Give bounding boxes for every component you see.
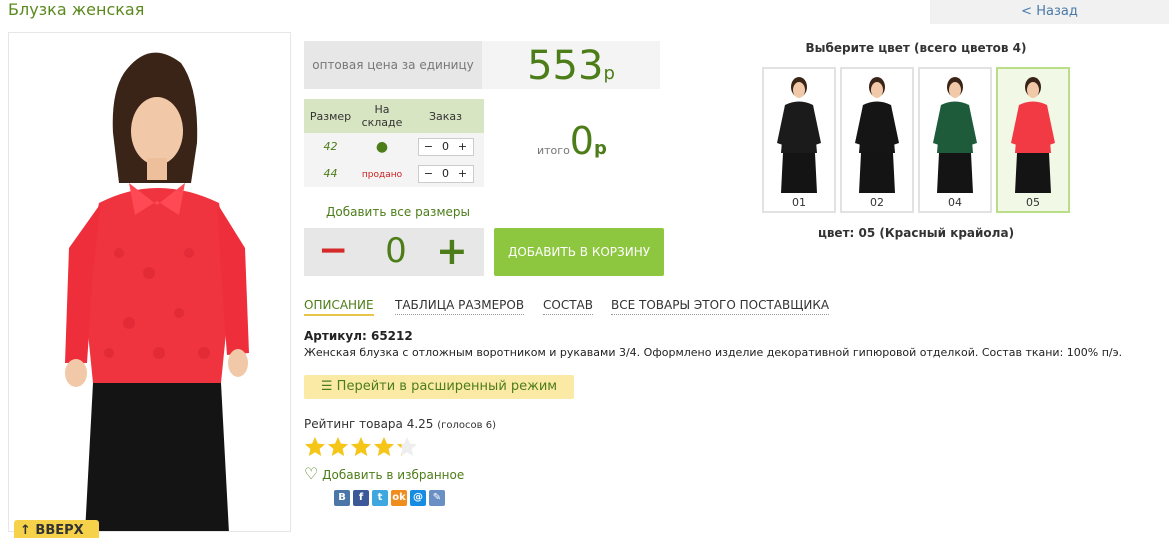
tab-composition[interactable]: СОСТАВ bbox=[543, 298, 593, 315]
facebook-icon[interactable]: f bbox=[353, 490, 369, 506]
table-row: 44 продано −0 + bbox=[304, 160, 484, 187]
scroll-up-button[interactable]: ↑ ВВЕРХ bbox=[14, 520, 99, 538]
quantity-value[interactable]: 0 bbox=[374, 228, 418, 274]
add-to-favorites-link[interactable]: ♡ Добавить в избранное bbox=[304, 464, 464, 483]
increment-button[interactable]: + bbox=[454, 139, 471, 155]
price-value: 553 bbox=[527, 43, 604, 89]
twitter-icon[interactable]: t bbox=[372, 490, 388, 506]
quantity-value[interactable]: 0 bbox=[437, 139, 454, 155]
color-swatch[interactable]: 04 bbox=[918, 67, 992, 213]
tab-size-table[interactable]: ТАБЛИЦА РАЗМЕРОВ bbox=[395, 298, 525, 315]
swatch-label: 01 bbox=[792, 196, 806, 209]
sizes-table: Размер На складе Заказ 42 ● −0 + 44 прода… bbox=[304, 99, 484, 187]
col-header-order: Заказ bbox=[407, 99, 484, 133]
total-label: итого bbox=[537, 144, 570, 157]
swatch-label: 04 bbox=[948, 196, 962, 209]
rating-star[interactable] bbox=[305, 437, 325, 456]
social-share-bar: Вf t ok @ ✎ bbox=[334, 489, 448, 506]
heart-icon: ♡ bbox=[304, 464, 319, 483]
add-to-cart-button[interactable]: ДОБАВИТЬ В КОРЗИНУ bbox=[494, 228, 664, 276]
order-total: итого0р bbox=[537, 119, 607, 163]
tab-description[interactable]: ОПИСАНИЕ bbox=[304, 298, 374, 316]
swatch-blouse bbox=[859, 101, 895, 153]
list-icon: ☰ bbox=[320, 379, 337, 394]
decrement-button[interactable]: − bbox=[420, 166, 437, 182]
favorite-label: Добавить в избранное bbox=[322, 468, 465, 482]
total-value: 0 bbox=[569, 119, 594, 163]
advanced-mode-label: Перейти в расширенный режим bbox=[336, 379, 558, 394]
price-label: оптовая цена за единицу bbox=[304, 41, 482, 89]
price-box: 553р bbox=[482, 41, 660, 89]
rating-star[interactable] bbox=[397, 437, 417, 456]
in-stock-indicator: ● bbox=[375, 138, 389, 155]
swatch-thumbnail bbox=[777, 77, 821, 193]
product-photo[interactable] bbox=[8, 32, 291, 532]
article-number: Артикул: 65212 bbox=[304, 329, 413, 343]
color-swatch[interactable]: 01 bbox=[762, 67, 836, 213]
swatch-thumbnail bbox=[1011, 77, 1055, 193]
col-header-size: Размер bbox=[304, 99, 357, 133]
sold-out-label: продано bbox=[361, 170, 403, 180]
model-illustration bbox=[65, 52, 249, 531]
rating-star[interactable] bbox=[328, 437, 348, 456]
table-row: 42 ● −0 + bbox=[304, 133, 484, 160]
swatch-thumbnail bbox=[855, 77, 899, 193]
advanced-mode-button[interactable]: ☰ Перейти в расширенный режим bbox=[304, 375, 574, 399]
color-heading: Выберите цвет (всего цветов 4) bbox=[805, 41, 1027, 55]
rating-star[interactable] bbox=[374, 437, 394, 456]
rating-stars[interactable] bbox=[304, 435, 424, 459]
color-swatch-selected[interactable]: 05 bbox=[996, 67, 1070, 213]
total-currency: р bbox=[593, 138, 607, 159]
increment-button[interactable]: + bbox=[436, 228, 468, 274]
size-value: 42 bbox=[323, 140, 338, 153]
product-description: Женская блузка с отложным воротником и р… bbox=[304, 346, 1123, 359]
swatch-thumbnail bbox=[933, 77, 977, 193]
col-header-stock: На складе bbox=[357, 99, 407, 133]
selected-color-label: цвет: 05 (Красный крайола) bbox=[817, 226, 1015, 240]
size-value: 44 bbox=[323, 167, 338, 180]
decrement-button[interactable]: − bbox=[318, 228, 348, 274]
decrement-button[interactable]: − bbox=[420, 139, 437, 155]
rating-star[interactable] bbox=[351, 437, 371, 456]
swatch-blouse bbox=[781, 101, 817, 153]
color-swatch[interactable]: 02 bbox=[840, 67, 914, 213]
swatch-label: 05 bbox=[1026, 196, 1040, 209]
page-title: Блузка женская bbox=[8, 0, 145, 19]
quantity-stepper: −0 + bbox=[417, 164, 474, 183]
price-currency: р bbox=[603, 63, 615, 84]
swatch-blouse bbox=[937, 101, 973, 153]
swatch-blouse bbox=[1015, 101, 1051, 153]
odnoklassniki-icon[interactable]: ok bbox=[391, 490, 407, 506]
back-button[interactable]: < Назад bbox=[930, 0, 1169, 24]
main-quantity-stepper: − 0 + bbox=[304, 228, 484, 276]
rating-votes: (голосов 6) bbox=[437, 420, 497, 431]
vk-icon[interactable]: В bbox=[334, 490, 350, 506]
rating-text: Рейтинг товара 4.25 (голосов 6) bbox=[304, 417, 496, 431]
quantity-stepper: −0 + bbox=[417, 137, 474, 156]
livejournal-icon[interactable]: ✎ bbox=[429, 490, 445, 506]
mailru-icon[interactable]: @ bbox=[410, 490, 426, 506]
rating-label: Рейтинг товара 4.25 bbox=[304, 417, 434, 431]
tab-supplier-products[interactable]: ВСЕ ТОВАРЫ ЭТОГО ПОСТАВЩИКА bbox=[611, 298, 830, 315]
swatch-label: 02 bbox=[870, 196, 884, 209]
increment-button[interactable]: + bbox=[454, 166, 471, 182]
quantity-value[interactable]: 0 bbox=[437, 166, 454, 182]
add-all-sizes-link[interactable]: Добавить все размеры bbox=[326, 205, 470, 219]
